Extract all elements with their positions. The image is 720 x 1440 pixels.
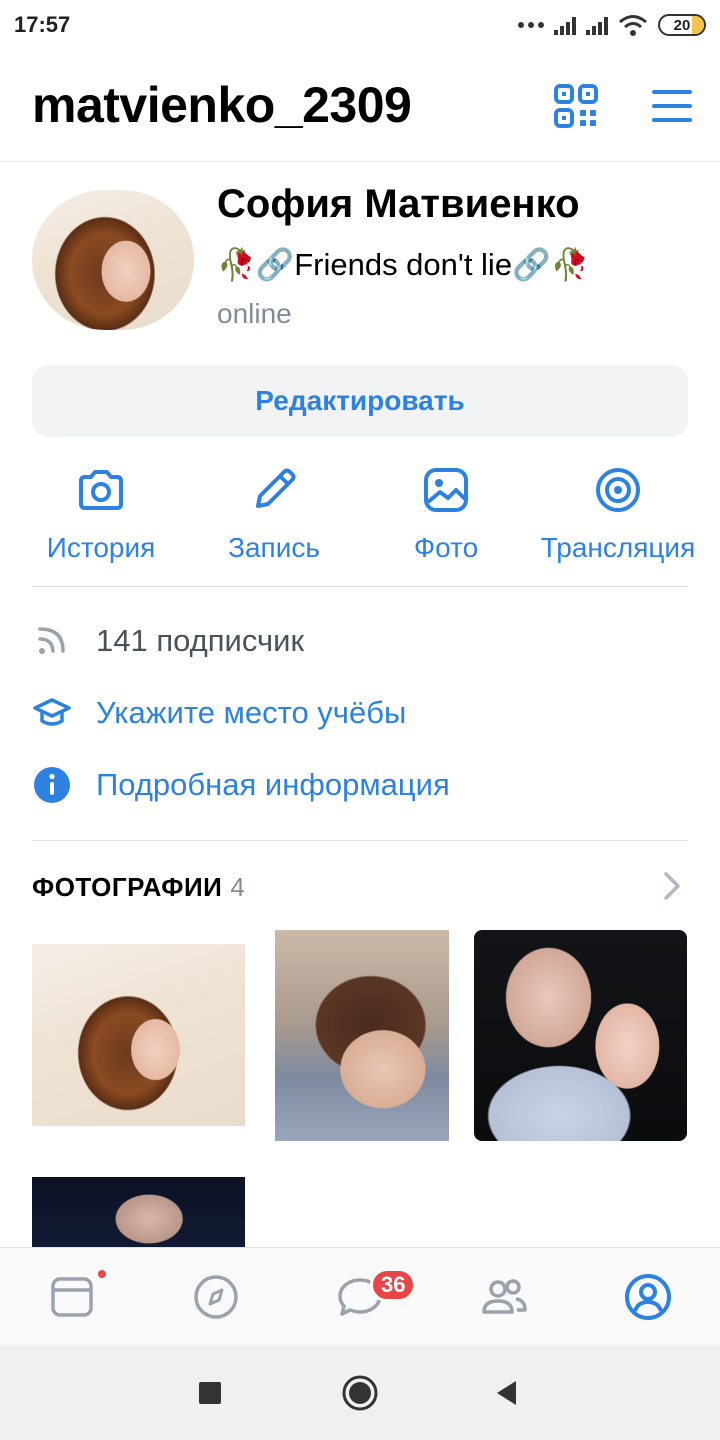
signal-icon-2 [586,15,608,35]
divider [32,586,688,587]
image-icon [424,468,468,512]
details-row[interactable]: Подробная информация [32,760,688,810]
photos-count: 4 [230,872,246,902]
tab-friends[interactable] [432,1248,576,1346]
edit-profile-button[interactable]: Редактировать [32,365,688,437]
photos-title: ФОТОГРАФИИ [32,872,223,902]
photo-thumbnail[interactable] [32,944,245,1126]
menu-icon[interactable] [650,84,694,128]
rss-icon [38,627,65,654]
action-broadcast[interactable]: Трансляция [528,460,708,570]
status-bar: 17:57 20 [0,0,720,52]
online-status: online [217,298,292,329]
news-icon [51,1277,93,1317]
battery-icon: 20 [658,14,706,36]
avatar[interactable] [32,190,194,330]
action-photo[interactable]: Фото [356,460,536,570]
signal-icon-1 [554,15,576,35]
recents-icon[interactable] [190,1373,230,1413]
action-story[interactable]: История [11,460,191,570]
education-row[interactable]: Укажите место учёбы [32,688,688,738]
messages-badge: 36 [370,1268,417,1302]
pencil-icon [256,468,296,508]
bottom-tab-bar: 36 [0,1247,720,1345]
divider [32,840,688,841]
status-icons: 20 [518,10,706,40]
quick-actions: История Запись Фото Трансляция [0,460,720,570]
tab-explore[interactable] [144,1248,288,1346]
camera-icon [79,470,123,510]
profile-header: matvienko_2309 [0,52,720,162]
profile-name: София Матвиенко [217,182,580,226]
photo-thumbnail[interactable] [32,1177,245,1247]
page-title: matvienko_2309 [32,77,412,133]
education-link: Укажите место учёбы [96,695,407,730]
wifi-icon [619,15,647,36]
action-post[interactable]: Запись [184,460,364,570]
photos-header[interactable]: ФОТОГРАФИИ 4 [32,872,245,903]
tab-news[interactable] [0,1248,144,1346]
action-post-label: Запись [228,532,320,563]
home-icon[interactable] [340,1373,380,1413]
status-time: 17:57 [14,12,71,37]
followers-count: 141 подписчик [96,623,305,658]
explore-icon [194,1275,238,1319]
battery-level: 20 [673,16,691,34]
profile-status[interactable]: 🥀🔗Friends don't lie🔗🥀 [217,246,589,283]
qr-code-icon[interactable] [552,82,600,130]
broadcast-icon [596,468,640,512]
chevron-right-icon[interactable] [658,868,686,904]
details-link: Подробная информация [96,767,450,802]
action-photo-label: Фото [413,532,479,563]
action-broadcast-label: Трансляция [540,532,696,563]
graduation-cap-icon [33,698,71,726]
info-icon [34,767,70,803]
profile-icon [625,1274,671,1320]
friends-icon [482,1279,527,1314]
back-icon[interactable] [488,1373,528,1413]
more-dots-icon [518,22,544,28]
photo-thumbnail[interactable] [275,930,449,1141]
action-story-label: История [46,532,156,563]
notification-dot [96,1268,108,1280]
system-nav-bar [0,1345,720,1440]
followers-row[interactable]: 141 подписчик [32,616,688,666]
tab-profile[interactable] [576,1248,720,1346]
photo-thumbnail[interactable] [474,930,687,1141]
